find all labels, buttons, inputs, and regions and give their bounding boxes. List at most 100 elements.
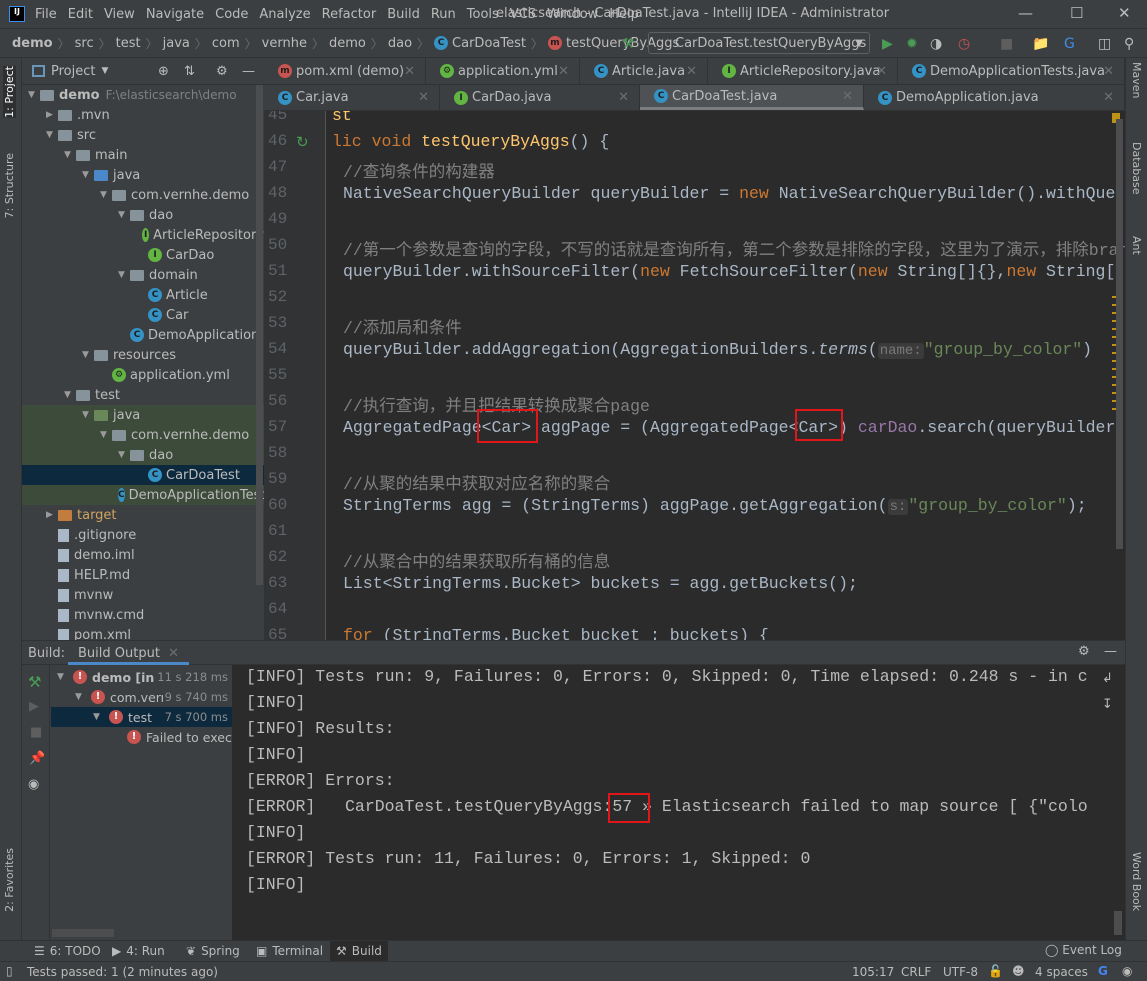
expanded-arrow-icon[interactable]: ▼ [75, 692, 87, 702]
minimize-button[interactable]: — [1018, 4, 1033, 22]
tool-tab-spring[interactable]: ❦ Spring [180, 941, 246, 961]
editor-scrollbar[interactable] [1116, 119, 1123, 549]
project-tree-item[interactable]: C DemoApplication [22, 325, 264, 345]
close-icon[interactable]: ✕ [686, 64, 697, 79]
build-output-console[interactable]: [INFO] Tests run: 9, Failures: 0, Errors… [232, 665, 1125, 940]
memory-indicator-icon[interactable]: ◉ [1122, 964, 1132, 978]
tab-cardao-java[interactable]: I CarDao.java ✕ [440, 85, 640, 110]
google-icon[interactable]: G [1098, 964, 1108, 978]
project-tree-item[interactable]: mvnw.cmd [22, 605, 264, 625]
hide-icon[interactable]: — [242, 64, 255, 79]
breadcrumb-item[interactable]: dao [388, 36, 412, 51]
scroll-to-end-icon[interactable]: ↧ [1102, 697, 1113, 712]
project-tree-item[interactable]: C DemoApplicationTests [22, 485, 264, 505]
pin-icon[interactable]: 📌 [29, 751, 45, 766]
rerun-icon[interactable]: ▶ [29, 699, 39, 714]
expanded-arrow-icon[interactable]: ▼ [64, 150, 76, 160]
build-tree-item[interactable]: ! Failed to execute goal [51, 727, 232, 747]
menu-build[interactable]: Build [387, 7, 420, 22]
expanded-arrow-icon[interactable]: ▼ [100, 430, 112, 440]
terminal-window-icon[interactable]: ◫ [1098, 36, 1111, 52]
project-tree-item[interactable]: ▶ .mvn [22, 105, 264, 125]
tab-pom-xml-demo-[interactable]: m pom.xml (demo) ✕ [264, 58, 426, 84]
coverage-icon[interactable]: ◑ [930, 36, 942, 52]
run-configuration-select[interactable]: CarDoaTest.testQueryByAggs ▼ [648, 32, 870, 54]
project-tree-item[interactable]: ▼ demo F:\elasticsearch\demo [22, 85, 264, 105]
hide-icon[interactable]: — [1104, 644, 1117, 659]
profile-icon[interactable]: ◷ [958, 36, 970, 52]
tool-tab-6-todo[interactable]: ☰ 6: TODO [28, 941, 107, 961]
breadcrumb-item[interactable]: vernhe [262, 36, 307, 51]
project-tree-item[interactable]: .gitignore [22, 525, 264, 545]
close-icon[interactable]: ✕ [558, 64, 569, 79]
maximize-button[interactable]: ☐ [1070, 4, 1083, 22]
project-tree-item[interactable]: pom.xml [22, 625, 264, 640]
project-tree-item[interactable]: C Article [22, 285, 264, 305]
expanded-arrow-icon[interactable]: ▼ [118, 270, 130, 280]
expanded-arrow-icon[interactable]: ▼ [28, 90, 40, 100]
expanded-arrow-icon[interactable]: ▼ [118, 210, 130, 220]
project-tree-item[interactable]: ▼ com.vernhe.demo [22, 185, 264, 205]
maven-tool-tab[interactable]: Maven [1130, 62, 1143, 98]
project-tree-item[interactable]: ▶ target [22, 505, 264, 525]
collapse-all-icon[interactable]: ⇅ [184, 64, 195, 79]
close-icon[interactable]: ✕ [1103, 64, 1114, 79]
build-tree-item[interactable]: ▼!com.vernhe.demo9 s 740 ms [51, 687, 232, 707]
project-tree-item[interactable]: ▼ test [22, 385, 264, 405]
expanded-arrow-icon[interactable]: ▼ [118, 450, 130, 460]
menu-navigate[interactable]: Navigate [146, 7, 204, 22]
run-icon[interactable]: ▶ [882, 36, 893, 52]
project-tree-item[interactable]: ▼ main [22, 145, 264, 165]
indent-setting[interactable]: 4 spaces [1035, 965, 1088, 979]
gear-icon[interactable]: ⚙ [1078, 644, 1090, 659]
hammer-icon[interactable]: ⚒ [28, 673, 41, 691]
tab-application-yml[interactable]: ⚙ application.yml ✕ [426, 58, 580, 84]
soft-wrap-icon[interactable]: ↲ [1102, 671, 1113, 686]
build-tree-item[interactable]: ▼! test 7 s 700 ms [51, 707, 232, 727]
translate-icon[interactable]: G [1064, 36, 1075, 52]
ant-tool-tab[interactable]: Ant [1130, 236, 1143, 255]
chevron-down-icon[interactable]: ▼ [101, 66, 108, 76]
project-tree-item[interactable]: mvnw [22, 585, 264, 605]
breadcrumb-item[interactable]: CarDoaTest [452, 36, 526, 51]
close-icon[interactable]: ✕ [404, 64, 415, 79]
line-separator[interactable]: CRLF [901, 965, 931, 979]
code-editor[interactable]: 45 46 47 48 49 50 51 52 53 54 55 56 57 58 59 60 61 62 63 64… [264, 111, 1125, 640]
file-encoding[interactable]: UTF-8 [943, 965, 978, 979]
tool-tab-terminal[interactable]: ▣ Terminal [250, 941, 329, 961]
menu-analyze[interactable]: Analyze [259, 7, 310, 22]
project-tree-item[interactable]: demo.iml [22, 545, 264, 565]
gear-icon[interactable]: ⚙ [216, 64, 228, 79]
event-log-button[interactable]: ◯ Event Log [1045, 943, 1122, 957]
database-tool-tab[interactable]: Database [1130, 142, 1143, 195]
structure-tool-tab[interactable]: 7: Structure [3, 153, 16, 218]
expanded-arrow-icon[interactable]: ▼ [100, 190, 112, 200]
project-tree-item[interactable]: C CarDoaTest [22, 465, 264, 485]
project-tree-scrollbar[interactable] [256, 85, 263, 585]
project-tool-tab[interactable]: 1: Project [3, 66, 16, 118]
close-icon[interactable]: ✕ [876, 64, 887, 79]
tab-car-java[interactable]: C Car.java ✕ [264, 85, 440, 110]
tool-tab-4-run[interactable]: ▶ 4: Run [106, 941, 171, 961]
expanded-arrow-icon[interactable]: ▼ [82, 170, 94, 180]
project-view-selector[interactable]: Project [51, 64, 95, 79]
expanded-arrow-icon[interactable]: ▼ [93, 712, 105, 722]
word-book-tool-tab[interactable]: Word Book [1130, 852, 1143, 911]
project-tree-item[interactable]: C Car [22, 305, 264, 325]
collapsed-arrow-icon[interactable]: ▶ [46, 110, 58, 120]
build-tree-scrollbar[interactable] [52, 929, 114, 937]
project-tree-item[interactable]: ▼ domain [22, 265, 264, 285]
stop-icon[interactable]: ■ [1000, 36, 1013, 52]
project-tree-item[interactable]: ▼ java [22, 405, 264, 425]
expanded-arrow-icon[interactable]: ▼ [57, 672, 69, 682]
build-hammer-icon[interactable]: ⚒ [622, 36, 635, 52]
locate-icon[interactable]: ⊕ [158, 64, 169, 79]
expanded-arrow-icon[interactable]: ▼ [82, 410, 94, 420]
project-tree-item[interactable]: ▼ src [22, 125, 264, 145]
eye-icon[interactable]: ◉ [28, 777, 39, 792]
close-window-button[interactable]: ✕ [1118, 4, 1131, 22]
expanded-arrow-icon[interactable]: ▼ [46, 130, 58, 140]
build-tree-item[interactable]: ▼! demo [install] 11 s 218 ms [51, 667, 232, 687]
tab-cardoatest-java[interactable]: C CarDoaTest.java ✕ [640, 85, 864, 110]
tool-tab-build[interactable]: ⚒ Build [330, 941, 388, 961]
